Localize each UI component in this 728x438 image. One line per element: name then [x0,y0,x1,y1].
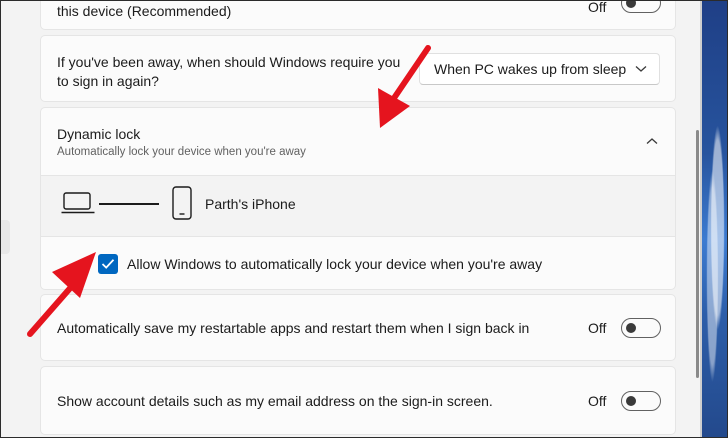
restart-apps-toggle[interactable] [621,318,661,338]
scrollbar-thumb[interactable] [696,130,699,378]
paired-device-row: Parth's iPhone [41,175,675,237]
phone-icon [172,186,192,220]
remember-device-toggle-state: Off [588,0,607,15]
remember-device-toggle[interactable] [621,0,661,13]
restart-apps-card: Automatically save my restartable apps a… [40,294,676,361]
account-details-card: Show account details such as my email ad… [40,366,676,435]
auto-lock-checkbox-label[interactable]: Allow Windows to automatically lock your… [127,254,542,274]
window-edge [700,0,702,438]
dynamic-lock-card: Dynamic lock Automatically lock your dev… [40,107,676,290]
desktop-wallpaper [702,0,728,438]
laptop-icon [61,192,95,214]
remember-device-card: this device (Recommended) Off [40,0,676,30]
remember-device-label: this device (Recommended) [57,3,232,19]
account-details-label: Show account details such as my email ad… [57,393,493,409]
signin-requirement-label-line1: If you've been away, when should Windows… [57,54,401,70]
account-details-toggle-state: Off [588,393,607,409]
dynamic-lock-header[interactable]: Dynamic lock Automatically lock your dev… [41,108,675,175]
chevron-up-icon[interactable] [646,137,658,145]
restart-apps-toggle-state: Off [588,320,607,336]
auto-lock-row: Allow Windows to automatically lock your… [41,237,675,289]
nav-pane-edge [0,220,10,254]
dropdown-selected-value: When PC wakes up from sleep [434,61,627,77]
signin-requirement-label-line2: to sign in again? [57,73,159,89]
signin-requirement-dropdown[interactable]: When PC wakes up from sleep [419,53,660,85]
restart-apps-label: Automatically save my restartable apps a… [57,320,530,336]
dynamic-lock-subtitle: Automatically lock your device when you'… [57,146,306,158]
toggle-knob [626,323,636,333]
paired-device-name: Parth's iPhone [205,196,296,212]
checkmark-icon [101,259,115,269]
dynamic-lock-title: Dynamic lock [57,126,141,142]
account-details-toggle[interactable] [621,391,661,411]
chevron-down-icon [635,66,647,72]
connection-line [99,203,159,205]
annotation-arrow-top [378,45,431,128]
toggle-knob [626,396,636,406]
toggle-knob [626,0,636,8]
annotation-arrow-checkbox [27,252,96,337]
